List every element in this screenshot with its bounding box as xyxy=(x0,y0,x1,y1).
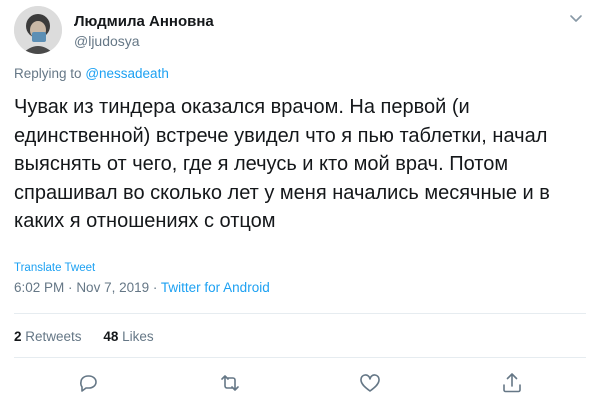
avatar[interactable] xyxy=(14,6,62,54)
tweet-stats: 2 Retweets 48 Likes xyxy=(14,329,172,344)
reply-mention-link[interactable]: @nessadeath xyxy=(85,66,169,81)
replying-to: Replying to @nessadeath xyxy=(14,66,169,81)
author-block: Людмила Анновна @ljudosya xyxy=(74,12,214,50)
meta-separator: · xyxy=(68,280,73,295)
retweets-label: Retweets xyxy=(25,329,82,344)
divider xyxy=(14,313,586,314)
tweet-text: Чувак из тиндера оказался врачом. На пер… xyxy=(14,96,550,232)
translate-tweet-link[interactable]: Translate Tweet xyxy=(14,262,95,274)
tweet-meta: 6:02 PM · Nov 7, 2019 · Twitter for Andr… xyxy=(14,280,270,295)
tweet-source-link[interactable]: Twitter for Android xyxy=(161,280,270,295)
author-handle[interactable]: @ljudosya xyxy=(74,32,214,50)
likes-label: Likes xyxy=(122,329,154,344)
meta-separator: · xyxy=(152,280,158,295)
tweet-actions xyxy=(0,370,600,404)
retweets-stat[interactable]: 2 Retweets xyxy=(14,329,85,344)
author-name[interactable]: Людмила Анновна xyxy=(74,12,214,31)
divider xyxy=(14,357,586,358)
reply-icon[interactable] xyxy=(75,370,101,396)
likes-count: 48 xyxy=(103,329,119,344)
chevron-down-icon[interactable] xyxy=(568,12,584,24)
likes-stat[interactable]: 48 Likes xyxy=(103,329,153,344)
retweets-count: 2 xyxy=(14,329,22,344)
avatar-photo xyxy=(14,6,62,54)
tweet-time[interactable]: 6:02 PM xyxy=(14,280,64,295)
share-icon[interactable] xyxy=(499,370,525,396)
retweet-icon[interactable] xyxy=(217,370,243,396)
replying-to-label: Replying to xyxy=(14,66,82,81)
heart-icon[interactable] xyxy=(357,370,383,396)
tweet-date[interactable]: Nov 7, 2019 xyxy=(76,280,149,295)
